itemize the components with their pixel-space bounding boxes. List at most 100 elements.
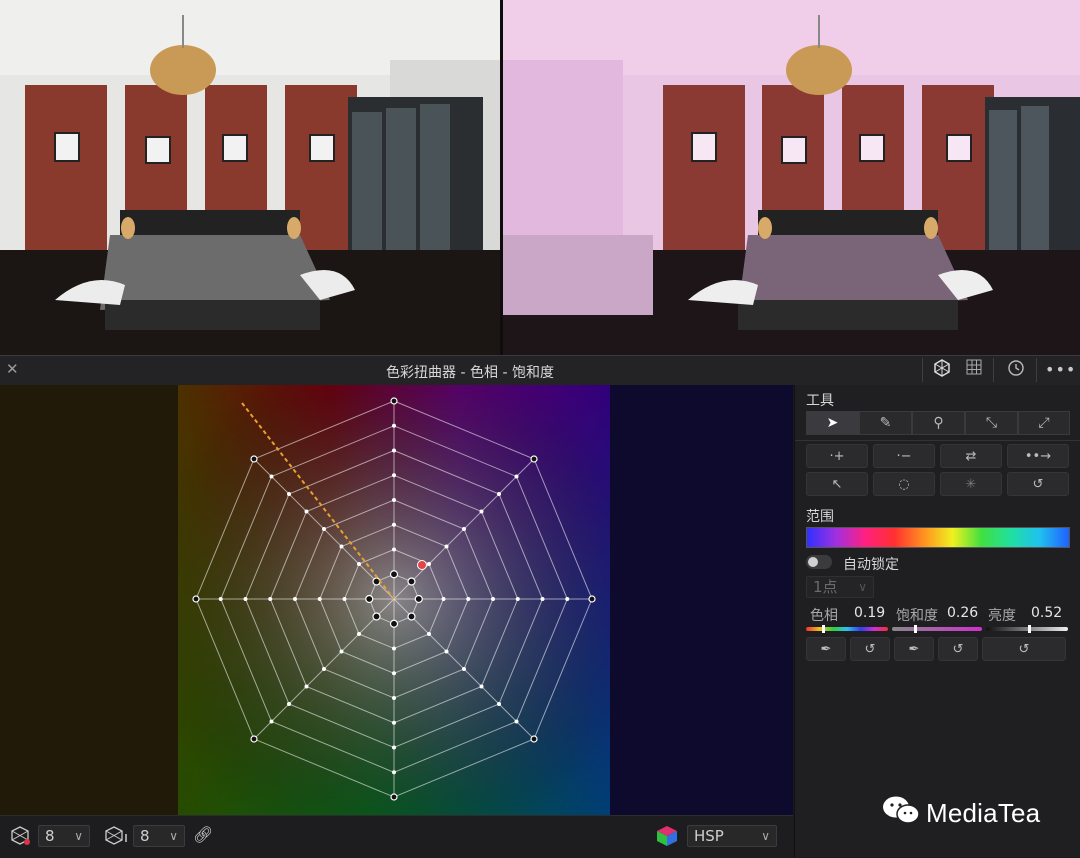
mesh-control-point[interactable] [392,473,396,478]
mesh-control-point[interactable] [392,423,396,428]
sat-slider[interactable] [892,625,982,633]
mesh-control-point[interactable] [392,547,396,552]
more-icon[interactable]: ••• [1045,359,1075,381]
mesh-control-point[interactable] [269,474,274,479]
autolock-toggle[interactable] [806,555,832,569]
mesh-control-point[interactable] [339,544,344,549]
mesh-control-point[interactable] [514,719,519,724]
mesh-control-point[interactable] [372,577,381,586]
mesh-control-point[interactable] [414,594,423,604]
mesh-control-point[interactable] [479,684,484,689]
mesh-control-point[interactable] [497,491,502,496]
range-spectrum[interactable] [806,527,1070,548]
mesh-control-point[interactable] [192,595,200,603]
mesh-control-point[interactable] [304,684,309,689]
mesh-control-point[interactable] [497,702,502,707]
color-space-dropdown[interactable]: HSP ∨ [687,825,777,847]
mesh-control-point[interactable] [514,474,519,479]
mesh-control-point[interactable] [390,793,398,801]
hue-slider[interactable] [806,625,888,633]
select-point-button[interactable]: ↖ [806,472,868,496]
mesh-control-point[interactable] [407,577,416,586]
mesh-control-point[interactable] [392,696,396,700]
lum-slider[interactable] [986,625,1068,633]
sat-reset-button[interactable]: ↺ [938,637,978,661]
mesh-control-point[interactable] [462,667,467,672]
mesh-control-point[interactable] [342,597,347,601]
mesh-control-point[interactable] [444,544,449,549]
mesh-control-point[interactable] [427,561,432,566]
mesh-control-point[interactable] [304,509,309,514]
move-to-pin-button[interactable]: ••→ [1007,444,1069,468]
mesh-control-point[interactable] [540,597,545,601]
mesh-control-point[interactable] [389,570,399,579]
mesh-control-point[interactable] [286,702,291,707]
lum-value[interactable]: 0.52 [1031,605,1062,621]
swap-points-button[interactable]: ⇄ [940,444,1002,468]
mesh-control-point[interactable] [321,526,326,531]
mesh-control-point[interactable] [365,594,374,604]
add-point-button[interactable]: ·+ [806,444,868,468]
mesh-control-point[interactable] [444,649,449,654]
mesh-control-point[interactable] [392,745,396,750]
mesh-control-point[interactable] [286,491,291,496]
reset-button[interactable]: ↺ [1007,472,1069,496]
mesh-control-point[interactable] [218,597,223,601]
warper-icon[interactable] [928,359,956,381]
mesh-control-point[interactable] [565,597,570,601]
mesh-control-point[interactable] [268,597,273,601]
select-region-button[interactable]: ◌ [873,472,935,496]
mesh-control-point[interactable] [530,455,538,463]
pointer-tool-button[interactable]: ➤ [806,411,859,435]
mesh-control-point[interactable] [250,455,258,463]
mesh-control-point[interactable] [407,612,416,621]
mesh-control-point[interactable] [392,646,396,651]
mesh-control-point[interactable] [479,509,484,514]
hue-count-dropdown[interactable]: 8 ∨ [38,825,90,847]
mesh-control-point[interactable] [441,597,446,601]
web-select-button[interactable]: ✳ [940,472,1002,496]
sat-count-dropdown[interactable]: 8 ∨ [133,825,185,847]
mesh-control-point[interactable] [243,597,248,601]
mesh-control-point[interactable] [427,632,432,637]
points-dropdown[interactable]: 1点 ∨ [806,576,874,598]
brush-tool-button[interactable]: ✎ [859,411,912,435]
sat-picker-button[interactable]: ✒ [894,637,934,661]
expand-tool-button[interactable]: ⤢ [1018,411,1070,435]
hue-picker-button[interactable]: ✒ [806,637,846,661]
mesh-control-point[interactable] [321,667,326,672]
history-reset-icon[interactable] [1002,359,1030,381]
mesh-control-point[interactable] [372,612,381,621]
mesh-control-point[interactable] [530,735,538,743]
mesh-control-point[interactable] [356,561,361,566]
mesh-control-point[interactable] [250,735,258,743]
mesh-control-point[interactable] [389,619,399,628]
mesh-control-point[interactable] [339,649,344,654]
mesh-control-point[interactable] [293,597,297,601]
mesh-control-point[interactable] [356,632,361,637]
sat-value[interactable]: 0.26 [947,605,978,621]
selected-control-point[interactable] [417,560,427,570]
mesh-control-point[interactable] [515,597,520,601]
mesh-control-point[interactable] [392,498,396,502]
hue-value[interactable]: 0.19 [854,605,885,621]
mesh-control-point[interactable] [466,597,471,601]
mesh-control-point[interactable] [491,597,495,601]
mesh-control-point[interactable] [392,448,396,453]
mesh-control-point[interactable] [392,522,396,527]
contract-tool-button[interactable]: ⤡ [965,411,1018,435]
remove-point-button[interactable]: ·− [873,444,935,468]
mesh-control-point[interactable] [317,597,322,601]
mesh-control-point[interactable] [269,719,274,724]
lum-reset-button[interactable]: ↺ [982,637,1066,661]
link-icon[interactable]: 🔗︎ [193,825,213,844]
hue-reset-button[interactable]: ↺ [850,637,890,661]
mesh-control-point[interactable] [392,720,396,725]
mesh-control-point[interactable] [588,595,596,603]
pin-tool-button[interactable]: ⚲ [912,411,965,435]
grid-icon[interactable] [960,359,988,381]
color-warper-grid[interactable] [0,385,793,815]
mesh-control-point[interactable] [392,671,396,676]
mesh-control-point[interactable] [462,526,467,531]
mesh-control-point[interactable] [392,770,396,775]
